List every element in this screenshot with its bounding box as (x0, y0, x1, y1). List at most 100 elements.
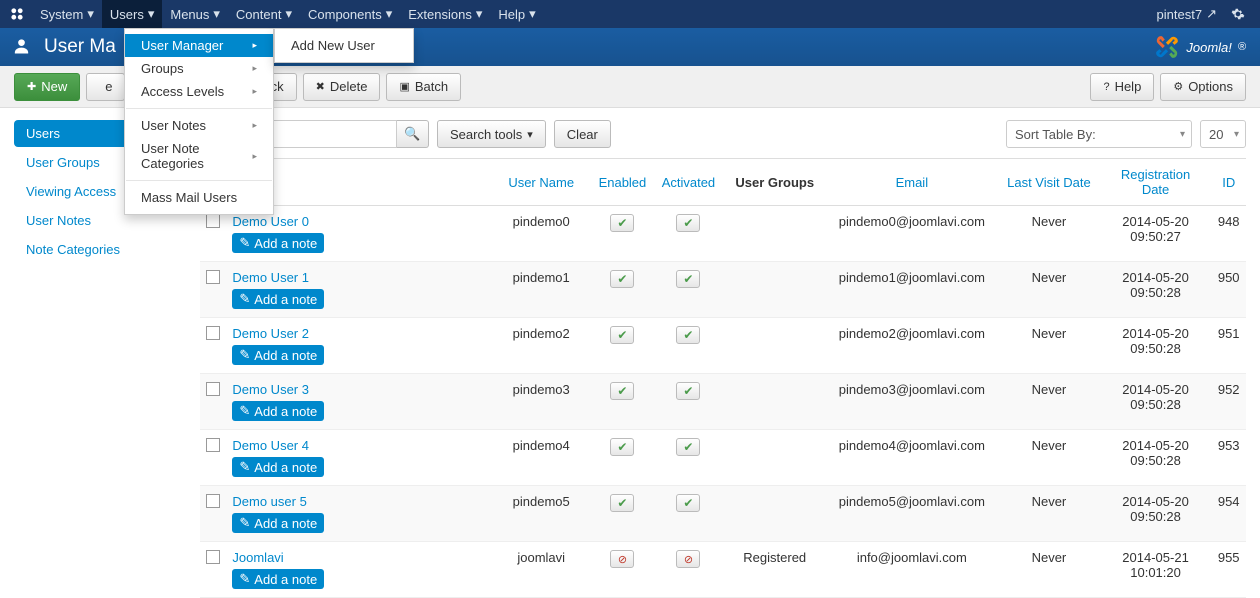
row-checkbox[interactable] (206, 550, 220, 564)
delete-button[interactable]: ✖Delete (303, 73, 381, 101)
menu-item-groups[interactable]: Groups▸ (125, 57, 273, 80)
user-name-link[interactable]: Demo User 0 (232, 214, 484, 229)
status-enabled-button[interactable]: ✔ (676, 382, 700, 400)
note-icon: ✎ (239, 291, 250, 307)
menu-item-user-notes[interactable]: User Notes▸ (125, 114, 273, 137)
clear-button[interactable]: Clear (554, 120, 611, 148)
sidebar-tab-note-categories[interactable]: Note Categories (14, 236, 200, 263)
add-note-button[interactable]: ✎Add a note (232, 457, 324, 477)
col-username[interactable]: User Name (508, 175, 574, 190)
cell-groups (724, 206, 826, 262)
add-note-button[interactable]: ✎Add a note (232, 401, 324, 421)
new-button[interactable]: ✚New (14, 73, 80, 101)
menu-item-access-levels[interactable]: Access Levels▸ (125, 80, 273, 103)
help-button[interactable]: ?Help (1090, 73, 1154, 101)
cell-email: pindemo3@joomlavi.com (826, 374, 999, 430)
note-icon: ✎ (239, 235, 250, 251)
cell-email: info@joomlavi.com (826, 542, 999, 598)
settings-gear-icon[interactable] (1224, 0, 1252, 28)
row-checkbox[interactable] (206, 382, 220, 396)
row-checkbox[interactable] (206, 438, 220, 452)
cell-lastvisit: Never (998, 430, 1100, 486)
row-checkbox[interactable] (206, 494, 220, 508)
menu-item-mass-mail-users[interactable]: Mass Mail Users (125, 186, 273, 209)
joomla-icon[interactable] (8, 5, 26, 23)
check-icon: ✔ (617, 272, 627, 286)
delete-icon: ✖ (316, 80, 325, 93)
col-groups: User Groups (724, 159, 826, 206)
cell-username: pindemo0 (490, 206, 592, 262)
current-user-link[interactable]: pintest7 ↗ (1150, 0, 1224, 28)
col-lastvisit[interactable]: Last Visit Date (1007, 175, 1091, 190)
user-name-link[interactable]: Demo User 2 (232, 326, 484, 341)
table-row: Demo User 2✎Add a notepindemo2✔✔pindemo2… (200, 318, 1246, 374)
add-note-button[interactable]: ✎Add a note (232, 233, 324, 253)
status-enabled-button[interactable]: ✔ (610, 214, 634, 232)
cell-registration: 2014-05-2009:50:28 (1100, 486, 1212, 542)
batch-button[interactable]: ▣Batch (386, 73, 461, 101)
add-note-button[interactable]: ✎Add a note (232, 513, 324, 533)
col-email[interactable]: Email (896, 175, 929, 190)
cell-groups (724, 430, 826, 486)
status-blocked-button[interactable]: ⊘ (676, 550, 700, 568)
status-enabled-button[interactable]: ✔ (676, 438, 700, 456)
status-enabled-button[interactable]: ✔ (676, 270, 700, 288)
cell-lastvisit: Never (998, 542, 1100, 598)
cell-username: pindemo3 (490, 374, 592, 430)
sort-select[interactable]: Sort Table By: (1006, 120, 1192, 148)
note-icon: ✎ (239, 459, 250, 475)
col-id[interactable]: ID (1222, 175, 1235, 190)
check-icon: ✔ (617, 384, 627, 398)
row-checkbox[interactable] (206, 270, 220, 284)
cell-username: pindemo5 (490, 486, 592, 542)
status-enabled-button[interactable]: ✔ (610, 494, 634, 512)
status-enabled-button[interactable]: ✔ (610, 270, 634, 288)
user-name-link[interactable]: Demo user 5 (232, 494, 484, 509)
row-checkbox[interactable] (206, 214, 220, 228)
col-activated[interactable]: Activated (662, 175, 715, 190)
add-note-button[interactable]: ✎Add a note (232, 345, 324, 365)
blocked-icon: ⊘ (684, 553, 693, 566)
limit-select[interactable]: 20 (1200, 120, 1246, 148)
add-note-button[interactable]: ✎Add a note (232, 289, 324, 309)
table-row: Demo User 1 ✎Add a note pindemo1 ✔ ✔ pindemo1… (200, 262, 1246, 318)
status-enabled-button[interactable]: ✔ (610, 382, 634, 400)
topmenu-users[interactable]: Users▾ (102, 0, 162, 28)
topmenu-extensions[interactable]: Extensions▾ (400, 0, 490, 28)
row-checkbox[interactable] (206, 326, 220, 340)
search-tools-button[interactable]: Search tools▾ (437, 120, 546, 148)
note-icon: ✎ (239, 571, 250, 587)
status-enabled-button[interactable]: ✔ (676, 326, 700, 344)
chevron-down-icon: ▾ (285, 6, 292, 22)
status-enabled-button[interactable]: ✔ (676, 214, 700, 232)
menu-item-user-note-categories[interactable]: User Note Categories▸ (125, 137, 273, 175)
note-icon: ✎ (239, 515, 250, 531)
cell-id: 954 (1211, 486, 1246, 542)
user-name-link[interactable]: Joomlavi (232, 550, 484, 565)
options-button[interactable]: ⚙Options (1160, 73, 1246, 101)
menu-item-add-new-user[interactable]: Add New User (275, 34, 413, 57)
topmenu-content[interactable]: Content▾ (228, 0, 300, 28)
edit-button[interactable]: e (86, 73, 125, 101)
cell-email: pindemo1@joomlavi.com (826, 262, 999, 318)
blocked-icon: ⊘ (618, 553, 627, 566)
menu-item-user-manager[interactable]: User Manager▸ (125, 34, 273, 57)
status-blocked-button[interactable]: ⊘ (610, 550, 634, 568)
user-name-link[interactable]: Demo User 1 (232, 270, 484, 285)
status-enabled-button[interactable]: ✔ (610, 438, 634, 456)
topmenu-system[interactable]: System▾ (32, 0, 102, 28)
topmenu-menus[interactable]: Menus▾ (162, 0, 228, 28)
check-icon: ✔ (683, 272, 693, 286)
add-note-button[interactable]: ✎Add a note (232, 569, 324, 589)
topmenu-components[interactable]: Components▾ (300, 0, 400, 28)
col-registration[interactable]: Registration Date (1121, 167, 1190, 197)
status-enabled-button[interactable]: ✔ (610, 326, 634, 344)
col-enabled[interactable]: Enabled (599, 175, 647, 190)
cell-username: joomlavi (490, 542, 592, 598)
status-enabled-button[interactable]: ✔ (676, 494, 700, 512)
user-name-link[interactable]: Demo User 4 (232, 438, 484, 453)
cell-username: pindemo1 (490, 262, 592, 318)
search-button[interactable]: 🔍 (397, 120, 429, 148)
topmenu-help[interactable]: Help▾ (490, 0, 543, 28)
user-name-link[interactable]: Demo User 3 (232, 382, 484, 397)
